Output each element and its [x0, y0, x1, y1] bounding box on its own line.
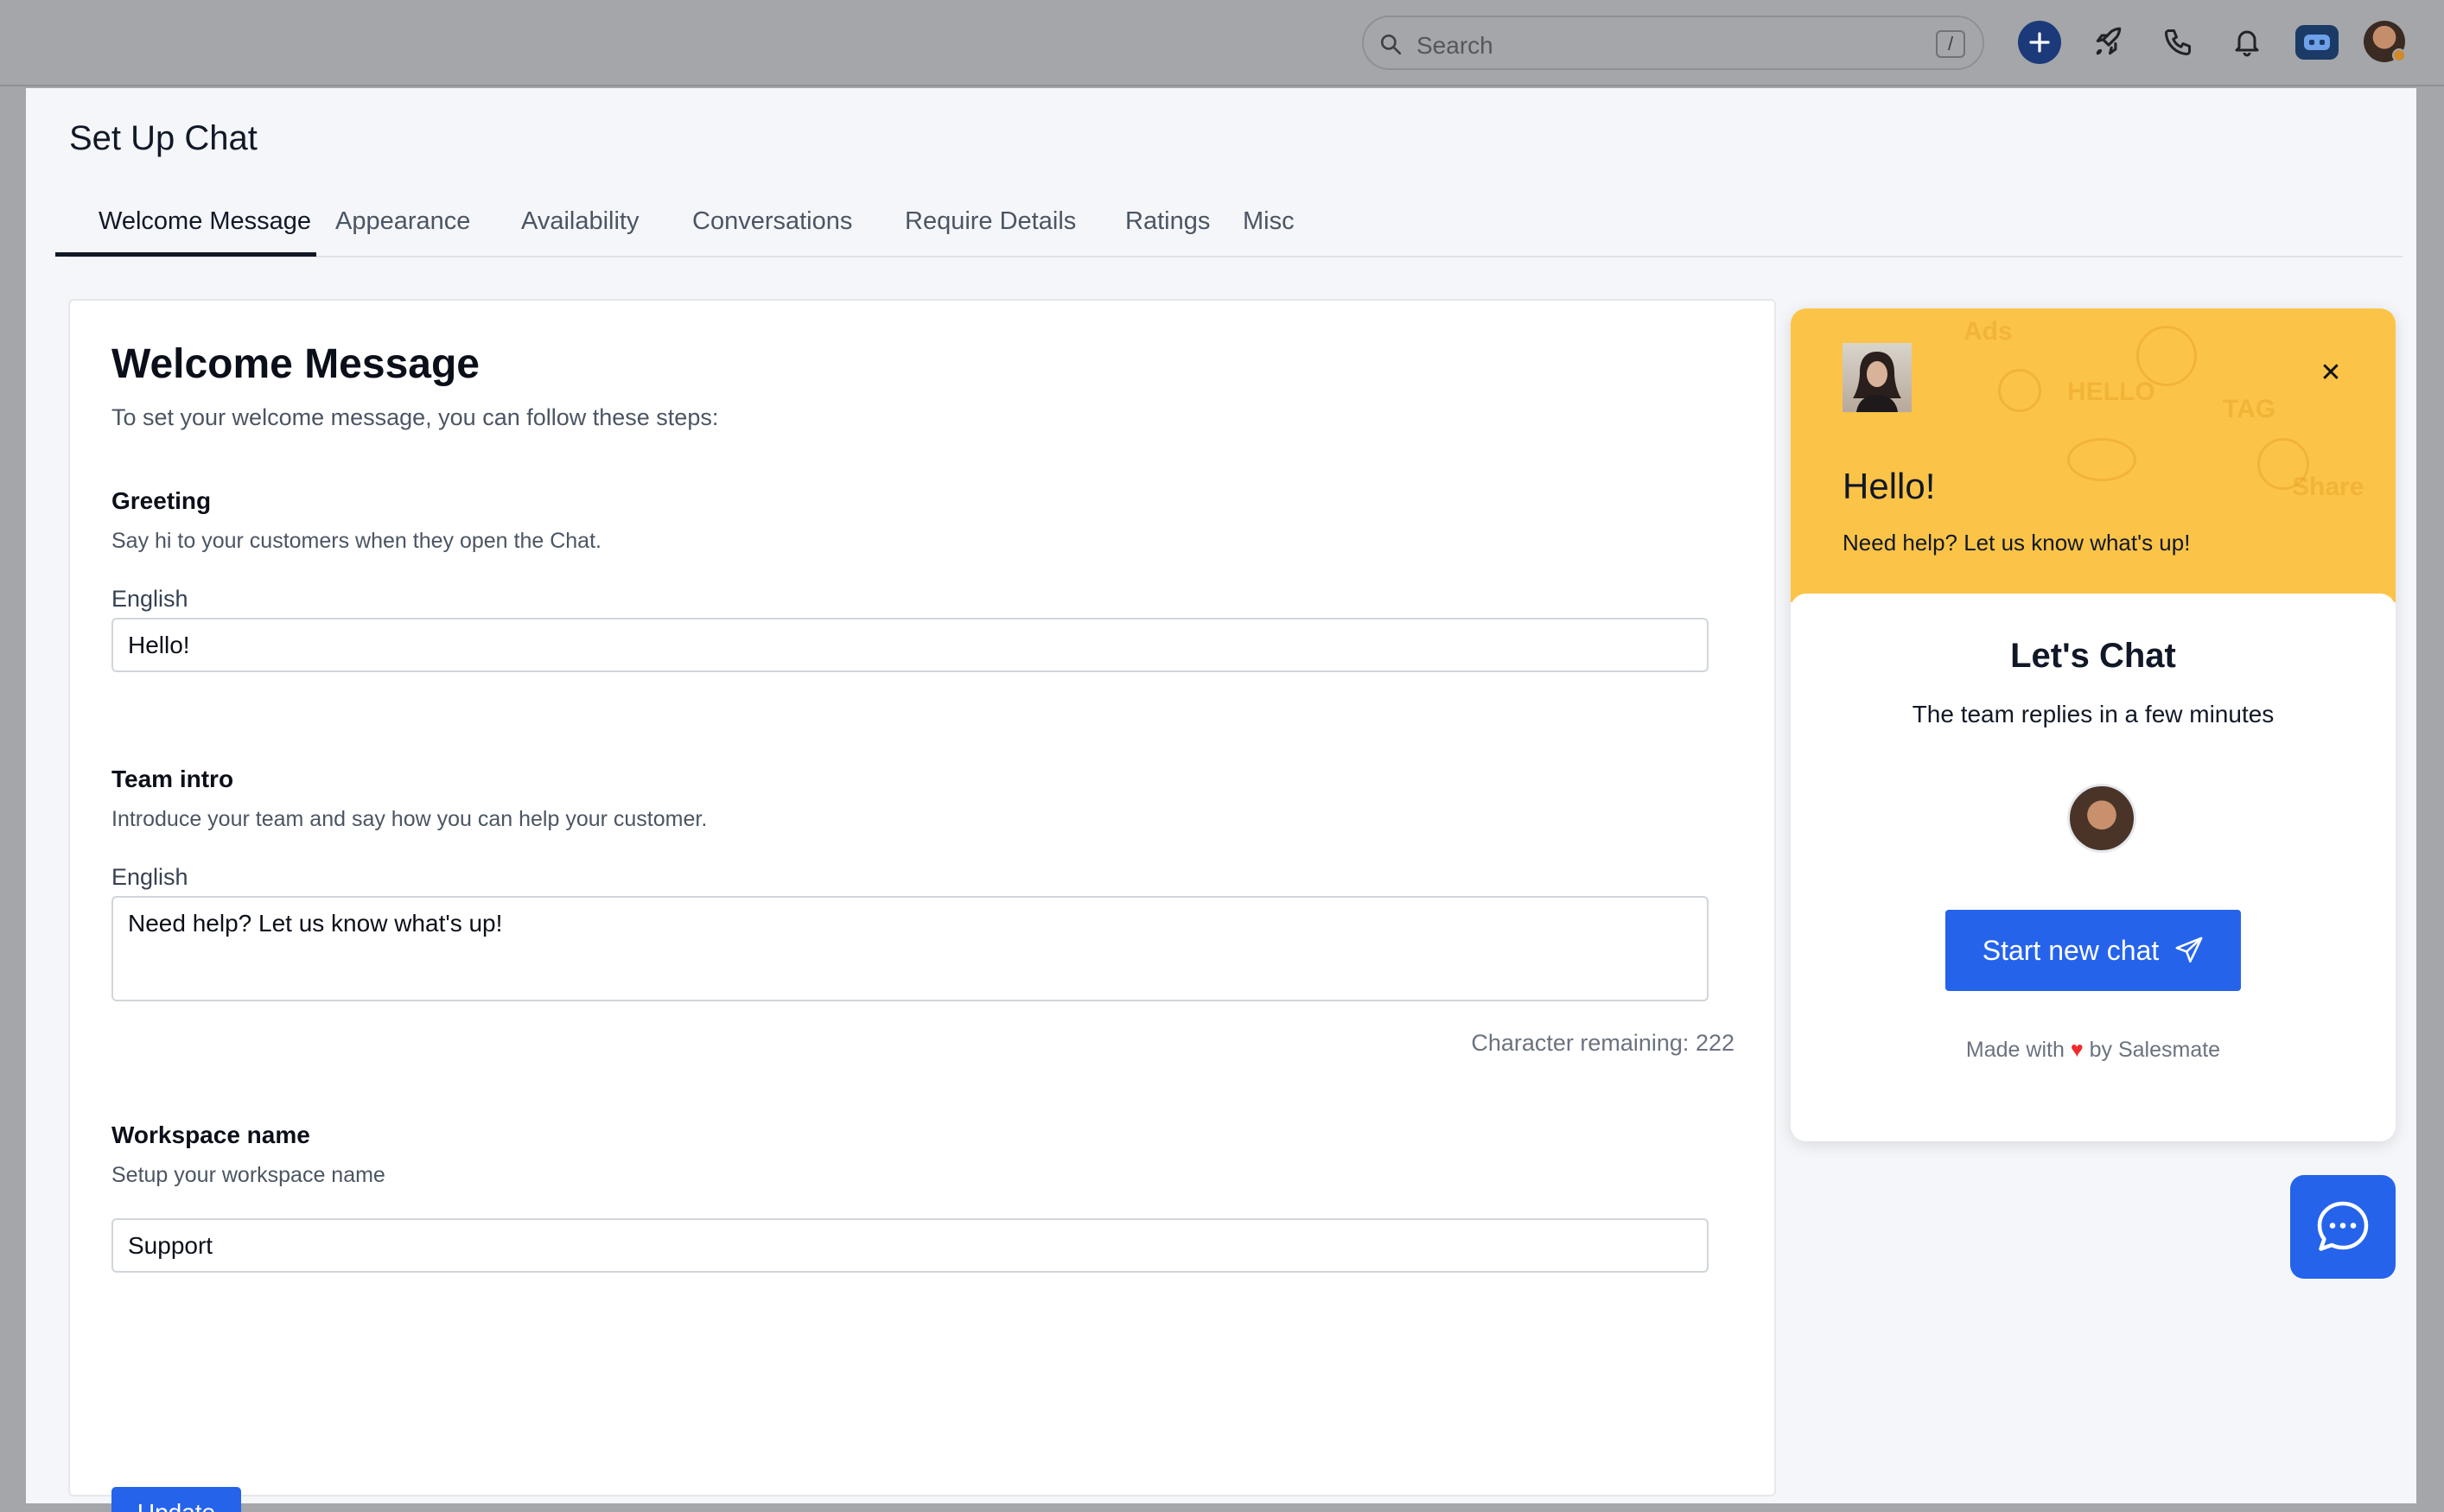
- card-subtitle: To set your welcome message, you can fol…: [111, 404, 719, 430]
- doodle-word: Ads: [1963, 317, 2013, 346]
- widget-greeting: Hello!: [1843, 466, 1936, 506]
- doodle-word: TAG: [2223, 395, 2276, 423]
- greeting-title: Greeting: [111, 487, 212, 514]
- team-intro-title: Team intro: [111, 766, 234, 792]
- plus-icon: [2029, 32, 2050, 53]
- workspace-name-input[interactable]: Support: [111, 1218, 1709, 1273]
- status-indicator: [2392, 48, 2406, 62]
- workspace-name-title: Workspace name: [111, 1121, 310, 1148]
- greeting-input[interactable]: Hello!: [111, 618, 1709, 672]
- search-box[interactable]: Search /: [1362, 16, 1984, 70]
- chat-widget-preview: HELLO TAG Share Ads ✕ Hello! Need help? …: [1791, 308, 2396, 1141]
- tab-appearance[interactable]: Appearance: [335, 207, 470, 236]
- page-title: Set Up Chat: [69, 119, 258, 157]
- doodle-word: HELLO: [2067, 378, 2155, 406]
- phone-button[interactable]: [2156, 21, 2199, 64]
- team-avatar: [1843, 343, 1912, 412]
- start-new-chat-label: Start new chat: [1982, 934, 2160, 966]
- workspace-name-description: Setup your workspace name: [111, 1163, 385, 1187]
- made-with-footer: Made with ♥ by Salesmate: [1791, 1038, 2396, 1063]
- search-shortcut-key: /: [1936, 30, 1965, 58]
- chat-bubble-icon: [2317, 1201, 2369, 1251]
- notifications-button[interactable]: [2225, 21, 2269, 64]
- close-icon[interactable]: ✕: [2318, 360, 2344, 386]
- update-button[interactable]: Update: [111, 1487, 241, 1512]
- tab-misc[interactable]: Misc: [1243, 207, 1295, 236]
- greeting-language-label: English: [111, 586, 188, 612]
- search-placeholder[interactable]: Search: [1416, 32, 1493, 60]
- heart-icon: ♥: [2070, 1038, 2084, 1062]
- greeting-description: Say hi to your customers when they open …: [111, 529, 601, 553]
- character-remaining-counter: Character remaining: 222: [1471, 1030, 1734, 1056]
- team-intro-language-label: English: [111, 864, 188, 890]
- lets-chat-title: Let's Chat: [2010, 637, 2176, 675]
- tab-ratings[interactable]: Ratings: [1125, 207, 1210, 236]
- doodle-circle: [1998, 369, 2041, 412]
- tab-welcome-message[interactable]: Welcome Message: [99, 207, 311, 236]
- tab-require-details[interactable]: Require Details: [905, 207, 1076, 236]
- bot-icon: [2304, 35, 2330, 50]
- widget-intro: Need help? Let us know what's up!: [1843, 530, 2191, 556]
- bell-icon: [2235, 30, 2259, 57]
- settings-tabs: Welcome Message Appearance Availability …: [69, 199, 2403, 257]
- add-button[interactable]: [2018, 21, 2061, 64]
- welcome-message-card: Welcome Message To set your welcome mess…: [68, 299, 1776, 1512]
- tab-conversations[interactable]: Conversations: [692, 207, 852, 236]
- team-intro-textarea[interactable]: Need help? Let us know what's up!: [111, 896, 1709, 1001]
- search-icon: [1380, 34, 1402, 55]
- send-icon: [2175, 937, 2203, 963]
- chat-launcher-button[interactable]: [2290, 1175, 2396, 1279]
- footer-prefix: Made with: [1965, 1038, 2065, 1062]
- footer-suffix: by Salesmate: [2089, 1038, 2221, 1062]
- team-intro-description: Introduce your team and say how you can …: [111, 807, 708, 831]
- agent-avatar: [2067, 784, 2136, 853]
- bot-button[interactable]: [2295, 25, 2339, 60]
- rocket-icon: [2096, 27, 2122, 55]
- phone-icon: [2165, 29, 2191, 55]
- person-photo: [1853, 352, 1901, 412]
- doodle-bubble: [2067, 438, 2136, 481]
- active-tab-indicator: [55, 252, 316, 257]
- widget-body: Let's Chat The team replies in a few min…: [1791, 594, 2396, 1141]
- tab-availability[interactable]: Availability: [521, 207, 639, 236]
- start-new-chat-button[interactable]: Start new chat: [1945, 910, 2241, 991]
- doodle-word: Share: [2292, 473, 2364, 501]
- rocket-button[interactable]: [2087, 21, 2130, 64]
- card-title: Welcome Message: [111, 341, 480, 387]
- top-bar: Search /: [0, 0, 2444, 86]
- reply-time-text: The team replies in a few minutes: [1912, 701, 2275, 727]
- widget-header: HELLO TAG Share Ads ✕ Hello! Need help? …: [1791, 308, 2396, 602]
